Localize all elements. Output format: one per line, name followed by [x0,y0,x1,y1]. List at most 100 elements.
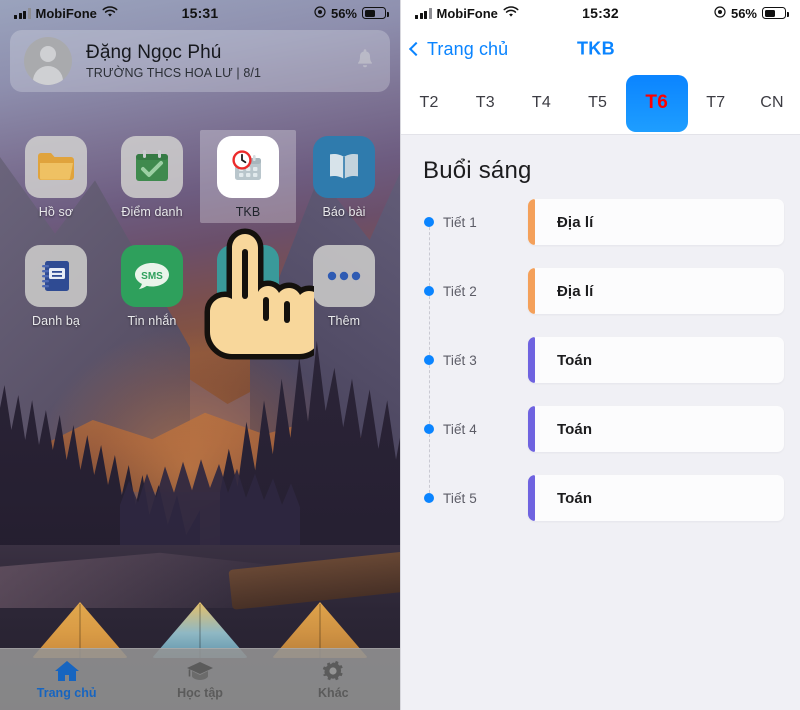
subject-card[interactable]: Địa lí [528,268,784,314]
day-tab-t3[interactable]: T3 [457,72,513,134]
tab-hoc-tap[interactable]: Học tập [133,659,266,700]
schedule-row[interactable]: Tiết 1 Địa lí [417,199,784,291]
user-profile-card[interactable]: Đặng Ngọc Phú TRƯỜNG THCS HOA LƯ | 8/1 [10,30,390,92]
tab-label: Khác [318,686,349,700]
subject-accent-bar [528,268,535,314]
app-label: Điểm danh [121,205,183,219]
chevron-left-icon [408,41,424,57]
app-label: TKB [235,205,261,219]
timeline-dot-icon [424,217,434,227]
carrier-label: MobiFone [436,5,498,21]
subject-card[interactable]: Địa lí [528,199,784,245]
period-label: Tiết 3 [443,352,477,368]
clock-label: 15:31 [181,5,219,21]
gear-icon [320,659,346,683]
period-label: Tiết 5 [443,490,477,506]
schedule-row[interactable]: Tiết 2 Địa lí [417,268,784,360]
period-label: Tiết 1 [443,214,477,230]
subject-name: Toán [557,420,593,438]
day-tab-t2[interactable]: T2 [401,72,457,134]
clock-label: 15:32 [582,5,619,21]
tab-label: Trang chủ [36,686,97,700]
battery-icon [362,7,389,19]
timeline-dot-icon [424,493,434,503]
battery-icon [762,7,789,19]
day-tab-t7[interactable]: T7 [688,72,744,134]
user-name: Đặng Ngọc Phú [86,42,222,63]
timeline-connector [428,222,430,291]
period-label: Tiết 2 [443,283,477,299]
subject-accent-bar [528,199,535,245]
back-button[interactable]: Trang chủ [408,38,509,60]
status-bar: MobiFone 15:32 56% [401,0,800,26]
location-services-icon [714,5,726,21]
app-label: Danh bạ [32,314,80,328]
carrier-label: MobiFone [35,5,97,21]
day-tab-t4[interactable]: T4 [513,72,569,134]
subject-card[interactable]: Toán [528,337,784,383]
subject-accent-bar [528,475,535,521]
more-dots-icon [313,245,375,307]
cellular-bars-icon [415,7,432,19]
sms-bubble-icon: SMS [121,245,183,307]
period-label: Tiết 4 [443,421,477,437]
calendar-check-icon [121,136,183,198]
graduation-cap-icon [186,659,214,683]
dual-screenshot: MobiFone 15:31 56% Đặng Ngọc Phú TRƯỜNG … [0,0,800,710]
right-phone-tkb-screen: MobiFone 15:32 56% Trang chủ TKB T2 T3 T… [400,0,800,710]
section-title: Buổi sáng [423,157,532,184]
battery-percent-label: 56% [730,5,757,21]
bottom-tab-bar: Trang chủ Học tập Khác [0,648,400,710]
app-bao-bai[interactable]: Báo bài [296,130,392,223]
location-services-icon [314,5,326,21]
timeline-dot-icon [424,424,434,434]
notebook-icon [25,245,87,307]
user-school-class: TRƯỜNG THCS HOA LƯ | 8/1 [86,66,262,80]
tab-khac[interactable]: Khác [267,659,400,700]
timeline-dot-icon [424,286,434,296]
timeline-connector [428,429,430,498]
cellular-bars-icon [14,7,31,19]
app-ho-so[interactable]: Hồ sơ [8,130,104,223]
timeline-dot-icon [424,355,434,365]
subject-name: Toán [557,489,593,507]
day-tab-cn[interactable]: CN [744,72,800,134]
status-bar: MobiFone 15:31 56% [0,0,400,26]
tab-trang-chu[interactable]: Trang chủ [0,659,133,700]
subject-accent-bar [528,337,535,383]
day-selector: T2 T3 T4 T5 T6 T7 CN [401,72,800,135]
tab-label: Học tập [177,686,223,700]
timeline-connector [428,291,430,360]
subject-name: Toán [557,351,593,369]
app-label: Hồ sơ [38,205,74,219]
subject-name: Địa lí [557,213,594,231]
schedule-list: Tiết 1 Địa lí Tiết 2 Địa lí Tiết 3 Toán … [401,185,800,521]
battery-percent-label: 56% [330,5,357,21]
navigation-bar: Trang chủ TKB [401,26,800,72]
page-title: TKB [577,38,615,59]
app-diem-danh[interactable]: Điểm danh [104,130,200,223]
svg-text:SMS: SMS [141,271,163,282]
app-label: Tin nhắn [127,314,177,328]
home-icon [53,659,81,683]
open-book-icon [313,136,375,198]
schedule-row[interactable]: Tiết 4 Toán [417,406,784,498]
wifi-icon [503,5,519,21]
wifi-icon [102,5,118,21]
left-phone-home-screen: MobiFone 15:31 56% Đặng Ngọc Phú TRƯỜNG … [0,0,400,710]
day-tab-t5[interactable]: T5 [570,72,626,134]
app-tkb[interactable]: TKB [200,130,296,223]
subject-name: Địa lí [557,282,594,300]
timeline-connector [428,360,430,429]
subject-card[interactable]: Toán [528,406,784,452]
clock-calendar-icon [217,136,279,198]
subject-card[interactable]: Toán [528,475,784,521]
schedule-row[interactable]: Tiết 5 Toán [417,475,784,521]
schedule-row[interactable]: Tiết 3 Toán [417,337,784,429]
app-danh-ba[interactable]: Danh bạ [8,239,104,332]
back-label: Trang chủ [427,38,509,59]
avatar [24,37,72,85]
app-label: Báo bài [322,205,366,219]
bell-icon[interactable] [354,48,376,74]
day-tab-t6[interactable]: T6 [625,74,688,132]
